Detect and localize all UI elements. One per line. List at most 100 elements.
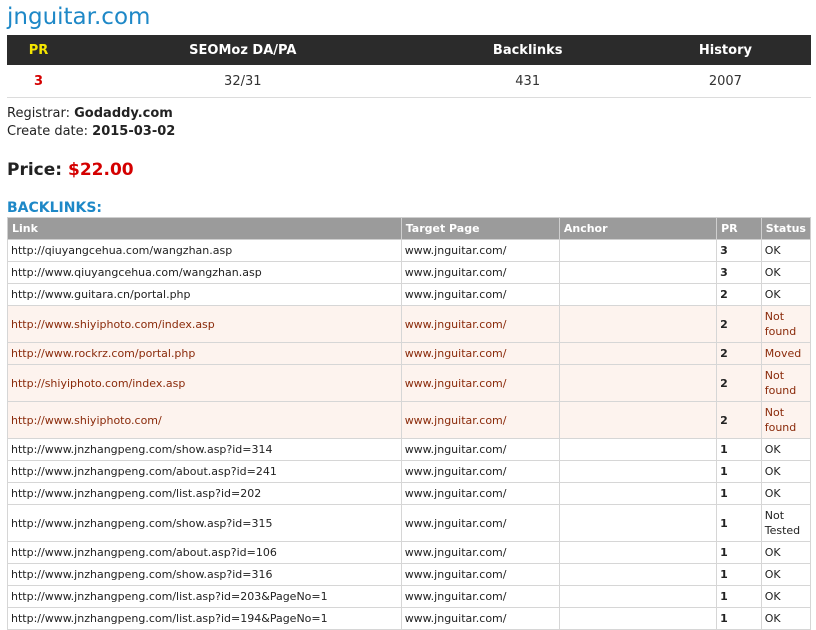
row-target: www.jnguitar.com/ <box>400 305 560 343</box>
row-status: Not found <box>760 364 812 402</box>
col-header-status[interactable]: Status <box>760 217 812 240</box>
row-pr: 2 <box>716 401 762 439</box>
summary-value-seomoz: 32/31 <box>69 65 416 98</box>
row-target: www.jnguitar.com/ <box>400 283 560 306</box>
price-value: $22.00 <box>68 160 134 180</box>
domain-info: Registrar: Godaddy.com Create date: 2015… <box>7 105 810 141</box>
summary-value-row: 3 32/31 431 2007 <box>7 65 811 98</box>
row-anchor <box>558 364 718 402</box>
row-status: OK <box>760 283 812 306</box>
registrar-label: Registrar: <box>7 106 70 121</box>
col-header-pr[interactable]: PR <box>716 217 762 240</box>
table-row: http://www.rockrz.com/portal.php www.jng… <box>7 342 812 365</box>
row-link[interactable]: http://www.guitara.cn/portal.php <box>7 283 402 306</box>
backlinks-table: Link Target Page Anchor PR Status http:/… <box>7 217 812 630</box>
summary-header-row: PR SEOMoz DA/PA Backlinks History <box>7 35 811 65</box>
row-link[interactable]: http://shiyiphoto.com/index.asp <box>7 364 402 402</box>
summary-value-pr: 3 <box>7 65 70 98</box>
site-title[interactable]: jnguitar.com <box>7 0 810 35</box>
row-target: www.jnguitar.com/ <box>400 401 560 439</box>
row-status: OK <box>760 541 812 564</box>
row-status: OK <box>760 607 812 630</box>
summary-header-seomoz: SEOMoz DA/PA <box>69 35 416 65</box>
row-status: OK <box>760 438 812 461</box>
table-row: http://www.jnzhangpeng.com/show.asp?id=3… <box>7 438 812 461</box>
row-target: www.jnguitar.com/ <box>400 438 560 461</box>
row-pr: 2 <box>716 342 762 365</box>
backlinks-heading: BACKLINKS: <box>7 200 103 216</box>
row-anchor <box>558 239 718 262</box>
summary-value-history: 2007 <box>639 65 811 98</box>
row-pr: 2 <box>716 283 762 306</box>
summary-header-history: History <box>639 35 811 65</box>
row-pr: 2 <box>716 305 762 343</box>
row-anchor <box>558 305 718 343</box>
row-pr: 3 <box>716 261 762 284</box>
table-row: http://www.jnzhangpeng.com/about.asp?id=… <box>7 541 812 564</box>
row-status: OK <box>760 261 812 284</box>
row-status: OK <box>760 563 812 586</box>
create-date-label: Create date: <box>7 124 89 139</box>
row-link[interactable]: http://www.jnzhangpeng.com/show.asp?id=3… <box>7 504 402 542</box>
row-target: www.jnguitar.com/ <box>400 607 560 630</box>
row-link[interactable]: http://www.jnzhangpeng.com/list.asp?id=2… <box>7 482 402 505</box>
table-row: http://shiyiphoto.com/index.asp www.jngu… <box>7 364 812 402</box>
row-link[interactable]: http://www.shiyiphoto.com/ <box>7 401 402 439</box>
row-status: OK <box>760 585 812 608</box>
row-link[interactable]: http://www.jnzhangpeng.com/list.asp?id=1… <box>7 607 402 630</box>
row-status: OK <box>760 482 812 505</box>
row-link[interactable]: http://www.jnzhangpeng.com/show.asp?id=3… <box>7 563 402 586</box>
col-header-anchor[interactable]: Anchor <box>558 217 718 240</box>
registrar-value: Godaddy.com <box>74 106 173 121</box>
row-anchor <box>558 563 718 586</box>
row-pr: 3 <box>716 239 762 262</box>
create-date-value: 2015-03-02 <box>92 124 176 139</box>
summary-value-backlinks: 431 <box>415 65 640 98</box>
row-status: Not Tested <box>760 504 812 542</box>
row-anchor <box>558 283 718 306</box>
row-anchor <box>558 541 718 564</box>
table-row: http://www.jnzhangpeng.com/show.asp?id=3… <box>7 563 812 586</box>
row-status: OK <box>760 239 812 262</box>
row-link[interactable]: http://qiuyangcehua.com/wangzhan.asp <box>7 239 402 262</box>
table-row: http://www.shiyiphoto.com/index.asp www.… <box>7 305 812 343</box>
row-link[interactable]: http://www.rockrz.com/portal.php <box>7 342 402 365</box>
row-anchor <box>558 460 718 483</box>
table-row: http://www.jnzhangpeng.com/list.asp?id=1… <box>7 607 812 630</box>
row-anchor <box>558 438 718 461</box>
table-row: http://www.jnzhangpeng.com/about.asp?id=… <box>7 460 812 483</box>
row-status: Not found <box>760 305 812 343</box>
row-link[interactable]: http://www.jnzhangpeng.com/show.asp?id=3… <box>7 438 402 461</box>
row-anchor <box>558 607 718 630</box>
row-link[interactable]: http://www.jnzhangpeng.com/about.asp?id=… <box>7 541 402 564</box>
row-target: www.jnguitar.com/ <box>400 364 560 402</box>
row-pr: 1 <box>716 504 762 542</box>
create-date-line: Create date: 2015-03-02 <box>7 123 810 141</box>
table-row: http://www.qiuyangcehua.com/wangzhan.asp… <box>7 261 812 284</box>
table-row: http://www.shiyiphoto.com/ www.jnguitar.… <box>7 401 812 439</box>
col-header-target[interactable]: Target Page <box>400 217 560 240</box>
summary-header-pr: PR <box>7 35 70 65</box>
row-anchor <box>558 401 718 439</box>
row-pr: 1 <box>716 460 762 483</box>
row-link[interactable]: http://www.jnzhangpeng.com/about.asp?id=… <box>7 460 402 483</box>
backlinks-header-row: Link Target Page Anchor PR Status <box>7 217 812 240</box>
row-link[interactable]: http://www.shiyiphoto.com/index.asp <box>7 305 402 343</box>
row-target: www.jnguitar.com/ <box>400 541 560 564</box>
registrar-line: Registrar: Godaddy.com <box>7 105 810 123</box>
row-pr: 1 <box>716 541 762 564</box>
row-anchor <box>558 585 718 608</box>
summary-table: PR SEOMoz DA/PA Backlinks History 3 32/3… <box>7 35 811 98</box>
row-link[interactable]: http://www.qiuyangcehua.com/wangzhan.asp <box>7 261 402 284</box>
table-row: http://www.jnzhangpeng.com/list.asp?id=2… <box>7 482 812 505</box>
row-anchor <box>558 261 718 284</box>
table-row: http://www.jnzhangpeng.com/show.asp?id=3… <box>7 504 812 542</box>
row-target: www.jnguitar.com/ <box>400 239 560 262</box>
row-anchor <box>558 342 718 365</box>
row-link[interactable]: http://www.jnzhangpeng.com/list.asp?id=2… <box>7 585 402 608</box>
row-target: www.jnguitar.com/ <box>400 585 560 608</box>
summary-header-backlinks: Backlinks <box>415 35 640 65</box>
col-header-link[interactable]: Link <box>7 217 402 240</box>
price: Price: $22.00 <box>7 158 810 182</box>
row-anchor <box>558 482 718 505</box>
